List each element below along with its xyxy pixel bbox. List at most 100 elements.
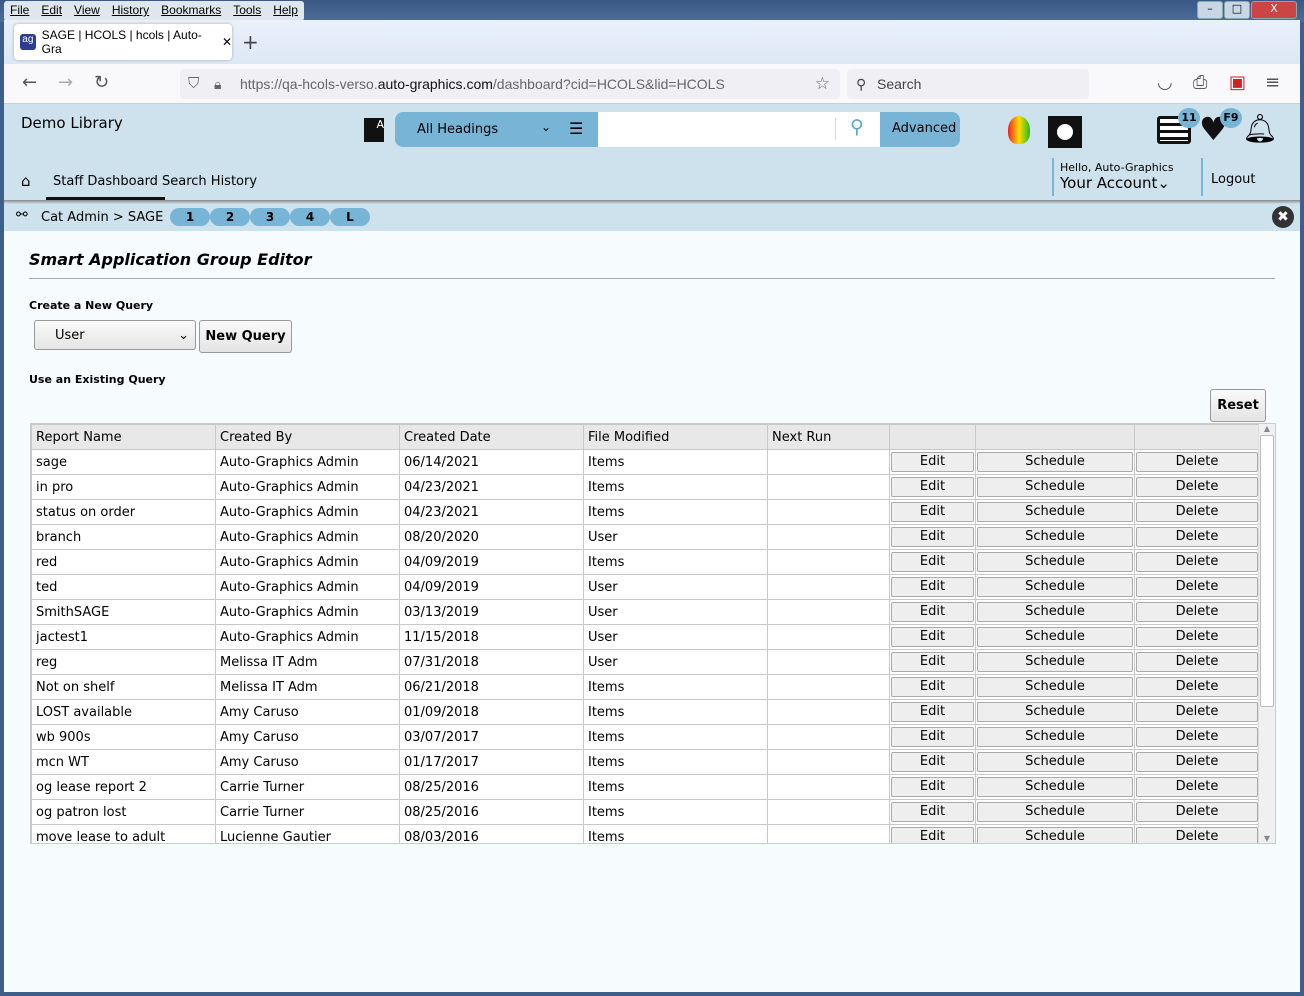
browser-search-input[interactable]: ⚲ Search xyxy=(847,69,1089,99)
col-report-name[interactable]: Report Name xyxy=(31,424,216,450)
delete-button[interactable]: Delete xyxy=(1136,652,1258,672)
delete-button[interactable]: Delete xyxy=(1136,777,1258,797)
print-icon[interactable]: ⎙ xyxy=(1193,72,1207,93)
menu-bookmarks[interactable]: Bookmarks xyxy=(155,1,227,21)
delete-button[interactable]: Delete xyxy=(1136,752,1258,772)
delete-button[interactable]: Delete xyxy=(1136,527,1258,547)
table-row[interactable]: jactest1 Auto-Graphics Admin 11/15/2018 Use… xyxy=(31,624,1260,650)
table-row[interactable]: Not on shelf Melissa IT Adm 06/21/2018 Item… xyxy=(31,674,1260,700)
menu-history[interactable]: History xyxy=(106,1,155,21)
delete-button[interactable]: Delete xyxy=(1136,827,1258,843)
hamburger-menu-icon[interactable]: ≡ xyxy=(1265,72,1280,93)
table-row[interactable]: in pro Auto-Graphics Admin 04/23/2021 Items… xyxy=(31,474,1260,500)
menu-file[interactable]: File xyxy=(4,1,35,21)
table-row[interactable]: og patron lost Carrie Turner 08/25/2016 Ite… xyxy=(31,799,1260,825)
translate-icon[interactable]: A xyxy=(364,118,384,142)
schedule-button[interactable]: Schedule xyxy=(977,727,1133,747)
delete-button[interactable]: Delete xyxy=(1136,677,1258,697)
delete-button[interactable]: Delete xyxy=(1136,477,1258,497)
schedule-button[interactable]: Schedule xyxy=(977,577,1133,597)
breadcrumb[interactable]: Cat Admin > SAGE xyxy=(41,210,163,225)
col-created-date[interactable]: Created Date xyxy=(399,424,584,450)
new-tab-icon[interactable]: + xyxy=(242,30,259,54)
close-icon[interactable]: ✖ xyxy=(1272,206,1294,228)
pocket-icon[interactable]: ◡ xyxy=(1157,72,1173,93)
edit-button[interactable]: Edit xyxy=(891,727,974,747)
edit-button[interactable]: Edit xyxy=(891,627,974,647)
search-input[interactable]: ⚲ xyxy=(598,112,880,147)
schedule-button[interactable]: Schedule xyxy=(977,677,1133,697)
table-row[interactable]: ted Auto-Graphics Admin 04/09/2019 User Edit… xyxy=(31,574,1260,600)
table-row[interactable]: mcn WT Amy Caruso 01/17/2017 Items Edit Sched… xyxy=(31,749,1260,775)
schedule-button[interactable]: Schedule xyxy=(977,802,1133,822)
scroll-up-icon[interactable]: ▲ xyxy=(1259,424,1275,433)
table-row[interactable]: move lease to adult Lucienne Gautier 08/03… xyxy=(31,824,1260,843)
bookmark-star-icon[interactable]: ☆ xyxy=(815,69,830,99)
pill-l[interactable]: L xyxy=(330,208,370,226)
query-type-select[interactable]: User ⌄ xyxy=(34,320,196,350)
table-row[interactable]: reg Melissa IT Adm 07/31/2018 User Edit Sched… xyxy=(31,649,1260,675)
delete-button[interactable]: Delete xyxy=(1136,702,1258,722)
forward-icon[interactable]: → xyxy=(58,72,73,93)
edit-button[interactable]: Edit xyxy=(891,752,974,772)
schedule-button[interactable]: Schedule xyxy=(977,652,1133,672)
schedule-button[interactable]: Schedule xyxy=(977,827,1133,843)
col-file-modified[interactable]: File Modified xyxy=(583,424,768,450)
delete-button[interactable]: Delete xyxy=(1136,577,1258,597)
table-row[interactable]: branch Auto-Graphics Admin 08/20/2020 User E… xyxy=(31,524,1260,550)
nav-staff-dashboard[interactable]: Staff Dashboard xyxy=(46,164,165,200)
edit-button[interactable]: Edit xyxy=(891,502,974,522)
scrollbar-thumb[interactable] xyxy=(1260,435,1274,707)
chevron-down-icon[interactable]: ⌄ xyxy=(541,120,551,134)
pill-3[interactable]: 3 xyxy=(250,208,290,226)
logout-link[interactable]: Logout xyxy=(1201,158,1256,196)
database-icon[interactable]: ☰ xyxy=(569,119,583,138)
minimize-button[interactable]: – xyxy=(1197,1,1223,19)
menu-view[interactable]: View xyxy=(68,1,106,21)
schedule-button[interactable]: Schedule xyxy=(977,702,1133,722)
catalog-search-icon[interactable] xyxy=(1048,116,1082,148)
menu-help[interactable]: Help xyxy=(267,1,304,21)
your-account-link[interactable]: Your Account xyxy=(1060,174,1157,192)
bell-icon[interactable]: 🔔︎ xyxy=(1242,112,1278,145)
table-row[interactable]: status on order Auto-Graphics Admin 04/23/… xyxy=(31,499,1260,525)
table-row[interactable]: wb 900s Amy Caruso 03/07/2017 Items Edit Sche… xyxy=(31,724,1260,750)
edit-button[interactable]: Edit xyxy=(891,652,974,672)
table-row[interactable]: red Auto-Graphics Admin 04/09/2019 Items Edi… xyxy=(31,549,1260,575)
reload-icon[interactable]: ↻ xyxy=(94,72,109,93)
pill-4[interactable]: 4 xyxy=(290,208,330,226)
account-menu[interactable]: Hello, Auto-Graphics Your Account⌄ xyxy=(1052,158,1174,196)
schedule-button[interactable]: Schedule xyxy=(977,527,1133,547)
url-bar[interactable]: ⛉ 🔒︎ https://qa-hcols-verso.auto-graphic… xyxy=(180,69,840,99)
back-icon[interactable]: ← xyxy=(22,72,37,93)
table-row[interactable]: og lease report 2 Carrie Turner 08/25/2016… xyxy=(31,774,1260,800)
pill-2[interactable]: 2 xyxy=(210,208,250,226)
scrollbar[interactable]: ▲ ▼ xyxy=(1258,424,1275,843)
delete-button[interactable]: Delete xyxy=(1136,627,1258,647)
schedule-button[interactable]: Schedule xyxy=(977,752,1133,772)
browser-tab[interactable]: ag SAGE | HCOLS | hcols | Auto-Gra ✕ xyxy=(14,24,232,60)
search-scope-select[interactable]: All Headings xyxy=(417,122,498,137)
edit-button[interactable]: Edit xyxy=(891,677,974,697)
col-next-run[interactable]: Next Run xyxy=(767,424,890,450)
pill-1[interactable]: 1 xyxy=(170,208,210,226)
schedule-button[interactable]: Schedule xyxy=(977,602,1133,622)
close-tab-icon[interactable]: ✕ xyxy=(222,35,232,49)
menu-tools[interactable]: Tools xyxy=(227,1,267,21)
edit-button[interactable]: Edit xyxy=(891,527,974,547)
edit-button[interactable]: Edit xyxy=(891,552,974,572)
table-row[interactable]: LOST available Amy Caruso 01/09/2018 Items E… xyxy=(31,699,1260,725)
delete-button[interactable]: Delete xyxy=(1136,552,1258,572)
edit-button[interactable]: Edit xyxy=(891,802,974,822)
close-window-button[interactable]: X xyxy=(1251,1,1297,19)
delete-button[interactable]: Delete xyxy=(1136,802,1258,822)
search-icon[interactable]: ⚲ xyxy=(850,116,864,138)
edit-button[interactable]: Edit xyxy=(891,452,974,472)
schedule-button[interactable]: Schedule xyxy=(977,552,1133,572)
home-icon[interactable]: ⌂ xyxy=(21,172,31,190)
schedule-button[interactable]: Schedule xyxy=(977,627,1133,647)
table-row[interactable]: SmithSAGE Auto-Graphics Admin 03/13/2019 Us… xyxy=(31,599,1260,625)
scroll-down-icon[interactable]: ▼ xyxy=(1259,834,1275,843)
edit-button[interactable]: Edit xyxy=(891,602,974,622)
delete-button[interactable]: Delete xyxy=(1136,502,1258,522)
